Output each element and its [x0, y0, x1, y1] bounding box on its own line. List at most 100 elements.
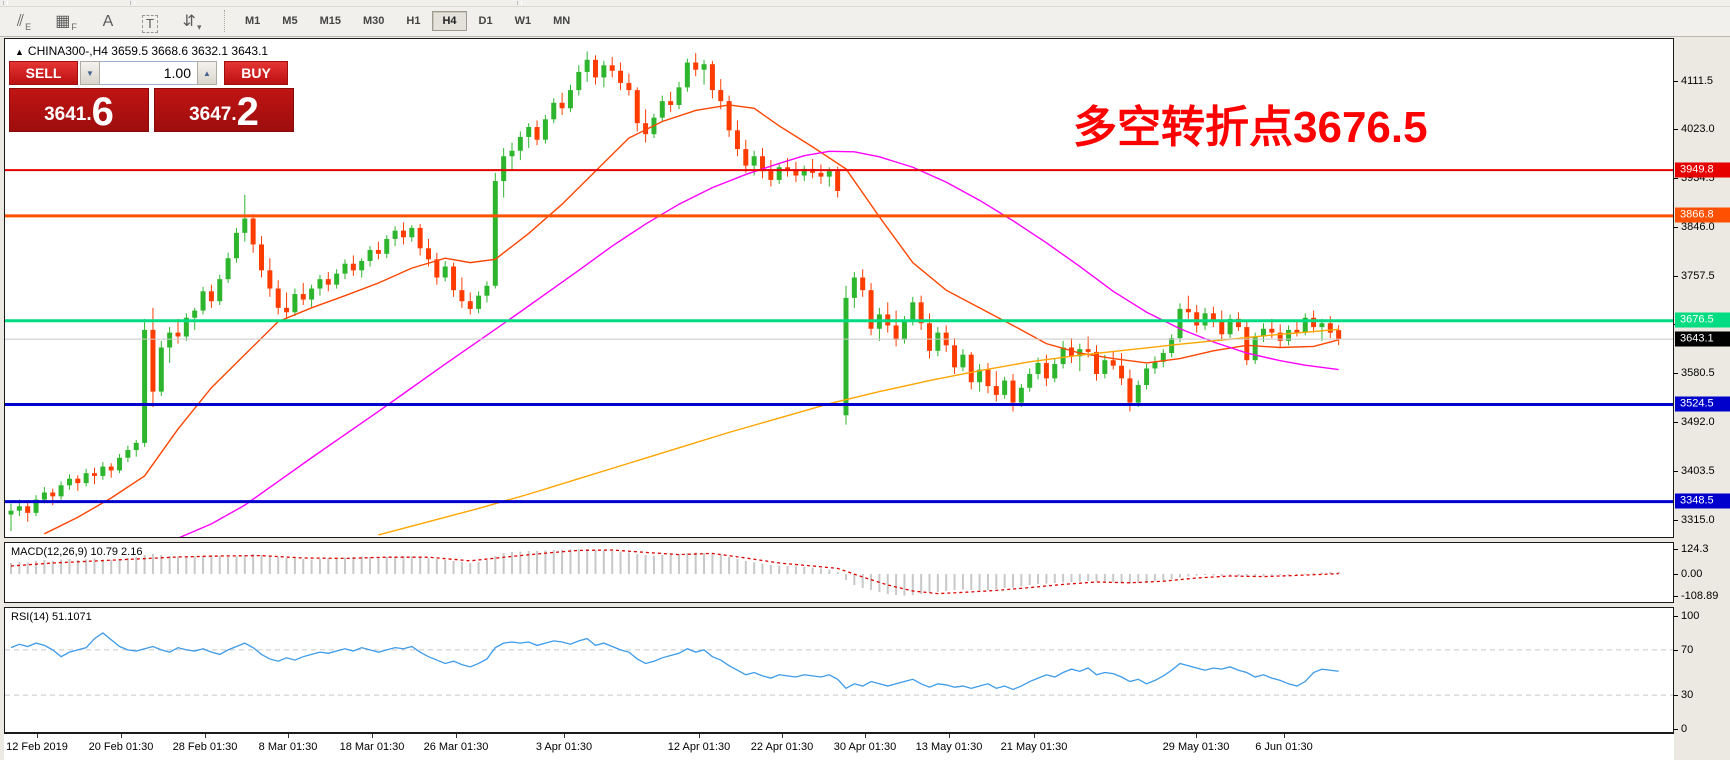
- rsi-chart[interactable]: [5, 608, 1673, 732]
- price-line-badge: 3866.8: [1675, 207, 1730, 223]
- tool-subscript: E: [25, 22, 32, 32]
- timeframe-button-h4[interactable]: H4: [432, 11, 467, 31]
- price-line-badge: 3949.8: [1675, 162, 1730, 178]
- price-tick: [1674, 421, 1678, 423]
- text-tool-icon[interactable]: A: [90, 9, 126, 33]
- toolbar-grip[interactable]: [3, 1, 8, 5]
- toolbar: ⫽ E ▦ F A T ⇵ ▾ M1 M5 M15 M30 H1 H4 D1 W1 MN: [0, 0, 1730, 37]
- toolbar-grip[interactable]: [130, 1, 135, 5]
- main-chart-panel[interactable]: ▲ CHINA300-,H4 3659.5 3668.6 3632.1 3643.…: [4, 38, 1674, 538]
- date-tick-label: 21 May 01:30: [1000, 741, 1068, 753]
- date-tick-label: 26 Mar 01:30: [423, 741, 489, 753]
- macd-axis[interactable]: 124.3 0.00 -108.89: [1674, 542, 1730, 603]
- timeframe-button-h1[interactable]: H1: [396, 11, 430, 31]
- price-tick-label: 3315.0: [1681, 513, 1715, 526]
- date-tick: [699, 734, 700, 738]
- timeframe-button-w1[interactable]: W1: [505, 11, 542, 31]
- fibonacci-grid-tool-icon: ▦: [55, 13, 71, 30]
- text-label-tool-icon: T: [142, 15, 158, 33]
- price-tick-label: 3580.5: [1681, 367, 1715, 380]
- sell-price-tile[interactable]: 3641. 6: [9, 88, 149, 132]
- arrows-tool-icon[interactable]: ⇵ ▾: [174, 9, 210, 33]
- timeframe-button-m15[interactable]: M15: [310, 11, 351, 31]
- rsi-tick-label: 70: [1681, 643, 1694, 656]
- timeframe-button-m5[interactable]: M5: [272, 11, 307, 31]
- date-tick-label: 8 Mar 01:30: [258, 741, 318, 753]
- rsi-panel[interactable]: RSI(14) 51.1071: [4, 607, 1674, 733]
- rsi-tick-label: 0: [1681, 723, 1688, 735]
- symbol-ohlc-text: CHINA300-,H4 3659.5 3668.6 3632.1 3643.1: [27, 44, 269, 58]
- date-tick: [1034, 734, 1035, 738]
- date-tick: [1284, 734, 1285, 738]
- timeframe-button-m1[interactable]: M1: [235, 11, 270, 31]
- one-click-trade-widget: SELL ▼ ▲ BUY 3641. 6 3647. 2: [9, 61, 295, 132]
- macd-tick-label: 0.00: [1681, 568, 1703, 580]
- arrows-tool-icon: ⇵: [182, 13, 196, 30]
- rsi-line: [10, 632, 1339, 691]
- price-line-badge: 3524.5: [1675, 396, 1730, 412]
- date-tick-label: 13 May 01:30: [915, 741, 983, 753]
- symbol-header: ▲ CHINA300-,H4 3659.5 3668.6 3632.1 3643.…: [15, 44, 268, 58]
- macd-tick: [1674, 549, 1678, 551]
- rsi-tick-label: 30: [1681, 689, 1694, 702]
- trade-row-prices: 3641. 6 3647. 2: [9, 88, 295, 132]
- rsi-tick: [1674, 695, 1678, 697]
- buy-price-tile[interactable]: 3647. 2: [154, 88, 294, 132]
- price-tick: [1674, 129, 1678, 131]
- timeframe-button-d1[interactable]: D1: [469, 11, 503, 31]
- toolbar-separator: [224, 10, 226, 32]
- text-tool-icon: A: [102, 13, 114, 30]
- price-line-badge: 3676.5: [1675, 312, 1730, 328]
- drawing-tools-group: ⫽ E ▦ F A T ⇵ ▾: [6, 9, 216, 33]
- macd-label: MACD(12,26,9) 10.79 2.16: [11, 546, 143, 558]
- rsi-tick: [1674, 616, 1678, 617]
- volume-increase-button[interactable]: ▲: [197, 61, 217, 85]
- collapse-icon[interactable]: ▲: [15, 47, 24, 57]
- macd-tick-label: -108.89: [1681, 589, 1719, 602]
- date-tick: [865, 734, 866, 738]
- rsi-tick: [1674, 649, 1678, 651]
- price-line-badge: 3643.1: [1675, 331, 1730, 347]
- sell-price-big: 6: [91, 90, 114, 134]
- volume-input[interactable]: [100, 61, 197, 85]
- ma-slow: [378, 328, 1339, 536]
- date-tick: [782, 734, 783, 738]
- rsi-label: RSI(14) 51.1071: [11, 611, 92, 623]
- date-tick-label: 3 Apr 01:30: [535, 741, 593, 753]
- sell-price-small: 3641.: [44, 104, 92, 125]
- price-tick: [1674, 80, 1678, 82]
- buy-button[interactable]: BUY: [224, 61, 288, 85]
- price-tick-label: 3403.5: [1681, 464, 1715, 477]
- date-tick-label: 6 Jun 01:30: [1255, 741, 1313, 753]
- date-tick: [37, 734, 38, 738]
- volume-decrease-button[interactable]: ▼: [80, 61, 100, 85]
- macd-chart[interactable]: [5, 543, 1673, 602]
- toolbar-grip-strip: [0, 0, 1730, 7]
- date-tick-label: 18 Mar 01:30: [339, 741, 405, 753]
- date-tick-label: 20 Feb 01:30: [88, 741, 154, 753]
- buy-price-small: 3647.: [189, 104, 237, 125]
- toolbar-grip[interactable]: [517, 1, 522, 5]
- price-tick: [1674, 226, 1678, 228]
- timeframe-button-m30[interactable]: M30: [353, 11, 394, 31]
- macd-tick: [1674, 595, 1678, 597]
- date-tick-label: 29 May 01:30: [1162, 741, 1230, 753]
- sell-button[interactable]: SELL: [9, 61, 78, 85]
- rsi-axis[interactable]: 100 70 30 0: [1674, 607, 1730, 735]
- rsi-tick-label: 100: [1681, 610, 1700, 622]
- date-tick: [1196, 734, 1197, 738]
- price-axis[interactable]: 4111.54023.03934.53846.03757.53669.03580…: [1674, 38, 1730, 538]
- equidistant-channel-tool-icon[interactable]: ⫽ E: [6, 9, 42, 33]
- price-tick-label: 4023.0: [1681, 123, 1715, 136]
- date-tick-label: 22 Apr 01:30: [750, 741, 814, 753]
- text-label-tool-icon[interactable]: T: [132, 9, 168, 33]
- fibonacci-grid-tool-icon[interactable]: ▦ F: [48, 9, 84, 33]
- timeframes-group: M1 M5 M15 M30 H1 H4 D1 W1 MN: [234, 11, 581, 31]
- macd-panel[interactable]: MACD(12,26,9) 10.79 2.16: [4, 542, 1674, 603]
- timeframe-button-mn[interactable]: MN: [543, 11, 580, 31]
- price-tick: [1674, 178, 1678, 180]
- date-axis[interactable]: 12 Feb 2019 20 Feb 01:30 28 Feb 01:30 8 Mar…: [4, 733, 1674, 760]
- macd-tick: [1674, 574, 1678, 575]
- date-tick: [949, 734, 950, 738]
- price-tick-label: 3492.0: [1681, 415, 1715, 428]
